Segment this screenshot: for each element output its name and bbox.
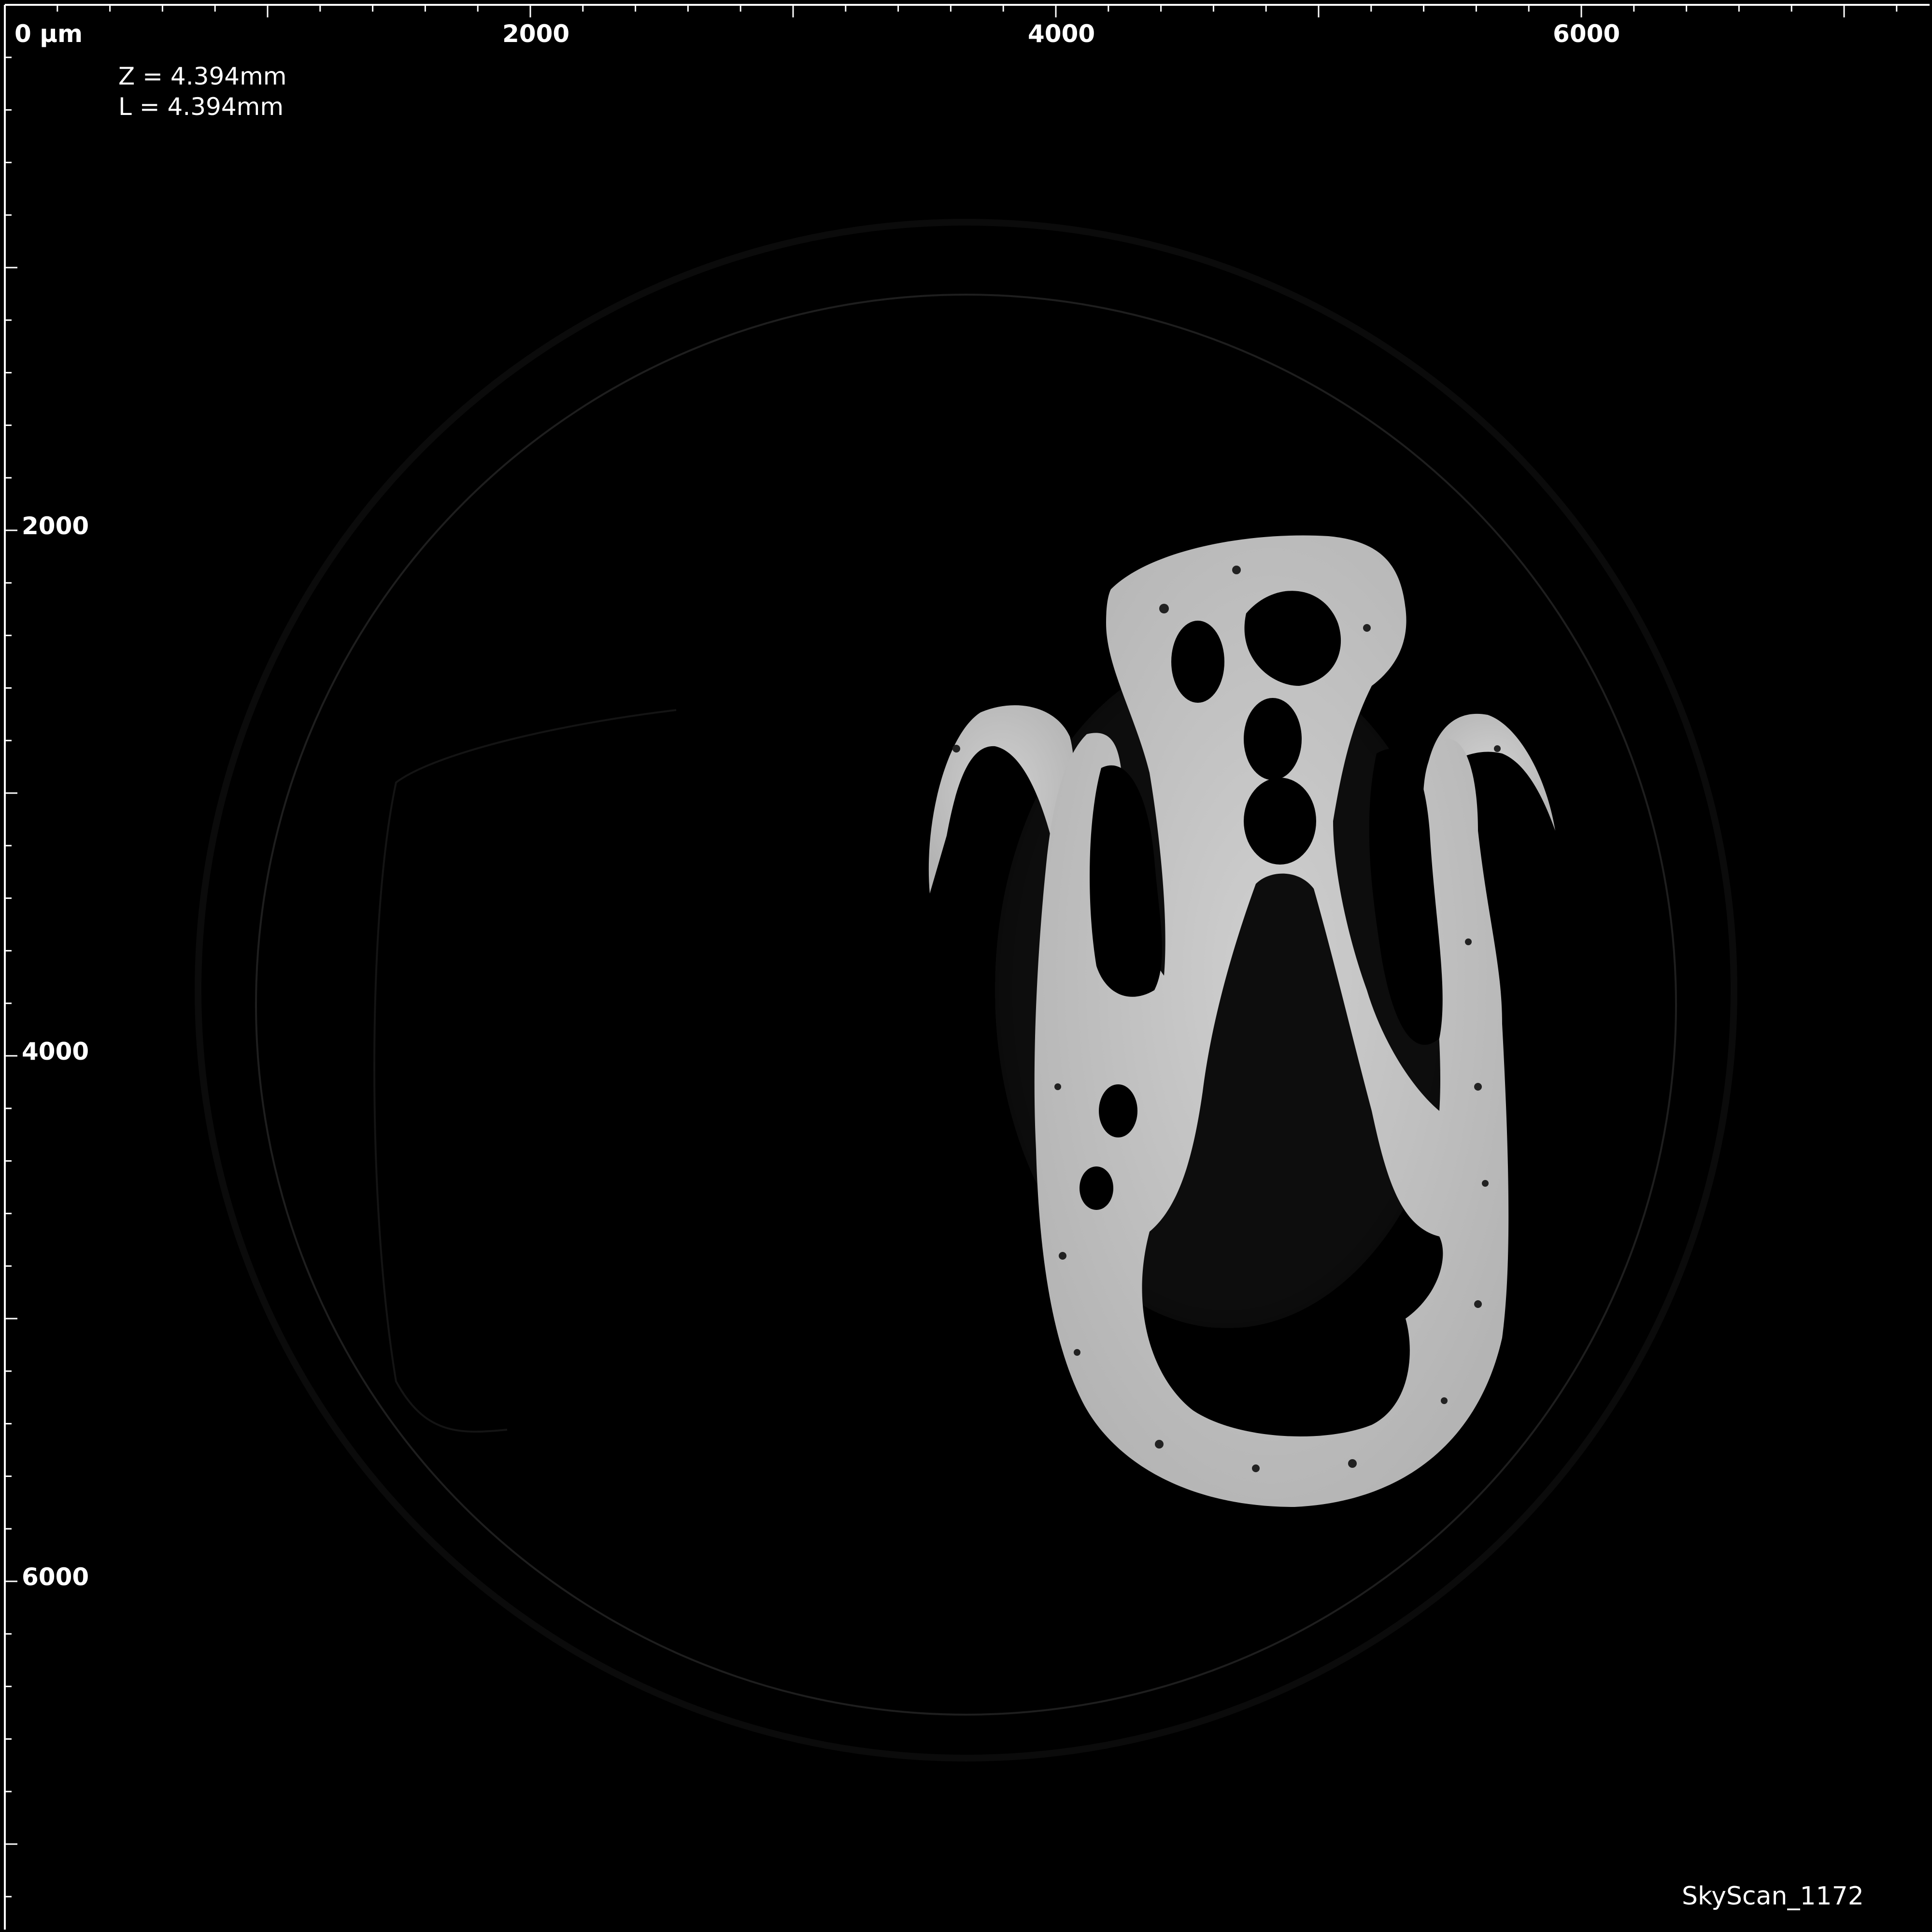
cavity-mid-2 <box>1244 778 1316 865</box>
x-tick-label-6000: 6000 <box>1553 20 1620 48</box>
ruler-frame <box>4 4 1930 1930</box>
x-tick-label-2000: 2000 <box>502 20 570 48</box>
x-tick-label-4000: 4000 <box>1028 20 1095 48</box>
ct-slice-image <box>4 4 1930 1930</box>
slice-z-position: Z = 4.394mm <box>118 62 287 90</box>
reconstruction-outer-ring <box>195 219 1737 1762</box>
cavity-lower-left-2 <box>1080 1166 1113 1210</box>
ruler-origin-label: 0 µm <box>14 20 83 48</box>
soft-tissue-outline <box>373 709 677 1433</box>
x-ruler-ticks <box>4 5 1898 17</box>
y-ruler-ticks <box>5 4 17 1898</box>
cavity-mid-1 <box>1244 698 1302 780</box>
y-tick-label-4000: 4000 <box>22 1037 89 1065</box>
y-tick-label-2000: 2000 <box>22 512 89 540</box>
y-tick-label-6000: 6000 <box>22 1563 89 1591</box>
cavity-upper-left <box>1171 621 1224 703</box>
slice-length: L = 4.394mm <box>118 93 284 121</box>
ct-slice-viewport[interactable]: 0 µm 2000 4000 6000 2000 4000 6000 Z = 4… <box>0 0 1932 1932</box>
scanner-model-label: SkyScan_1172 <box>1682 1882 1864 1911</box>
cavity-lower-left-1 <box>1099 1084 1137 1137</box>
